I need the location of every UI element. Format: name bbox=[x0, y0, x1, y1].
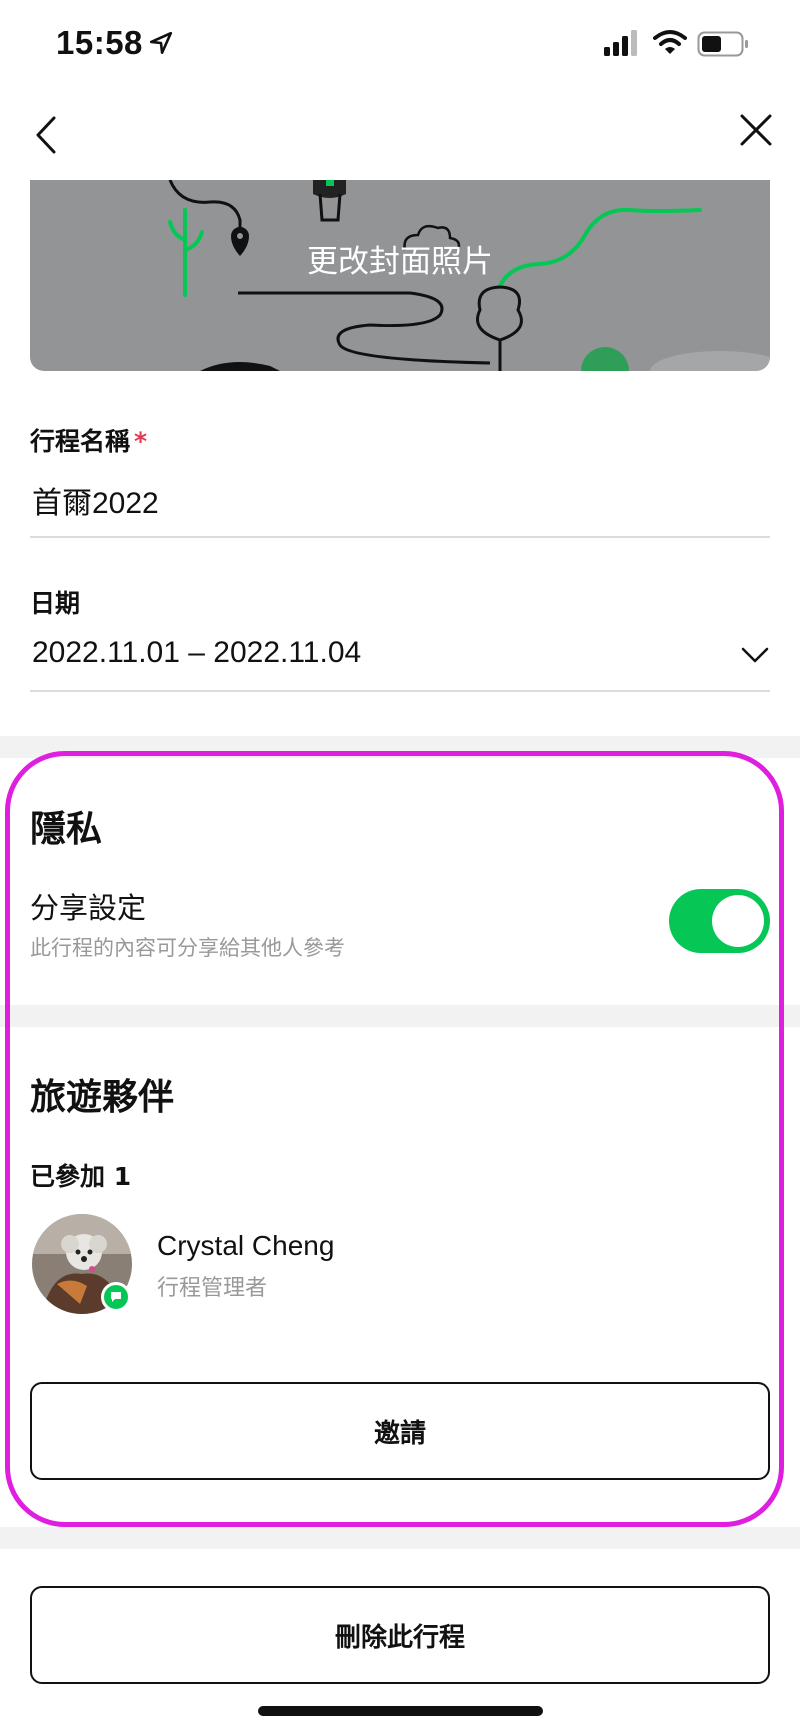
invite-button[interactable]: 邀請 bbox=[30, 1382, 770, 1480]
joined-count: 已參加 1 bbox=[30, 1162, 132, 1191]
toggle-knob bbox=[712, 895, 764, 947]
section-separator bbox=[0, 1527, 800, 1549]
privacy-title: 隱私 bbox=[30, 809, 103, 850]
battery-icon bbox=[697, 31, 748, 57]
companions-title: 旅遊夥伴 bbox=[30, 1077, 175, 1118]
trip-name-divider bbox=[30, 536, 770, 538]
trip-name-input[interactable]: 首爾2022 bbox=[32, 478, 159, 522]
member-name: Crystal Cheng bbox=[157, 1230, 335, 1261]
share-setting-label: 分享設定 bbox=[30, 891, 147, 925]
cellular-signal-icon bbox=[604, 30, 637, 56]
date-divider bbox=[30, 690, 770, 692]
required-mark: * bbox=[134, 427, 148, 456]
section-separator bbox=[0, 736, 800, 758]
status-bar: 15:58 bbox=[0, 0, 800, 92]
line-chat-badge-icon bbox=[101, 1282, 131, 1312]
location-arrow-icon bbox=[149, 31, 173, 55]
status-time: 15:58 bbox=[56, 24, 143, 61]
back-button[interactable] bbox=[28, 110, 64, 160]
close-icon[interactable] bbox=[736, 110, 776, 150]
chevron-left-icon bbox=[36, 116, 56, 154]
date-select[interactable]: 2022.11.01 – 2022.11.04 bbox=[32, 636, 361, 670]
delete-trip-button[interactable]: 刪除此行程 bbox=[30, 1586, 770, 1684]
chevron-down-icon[interactable] bbox=[740, 645, 770, 665]
change-cover-label: 更改封面照片 bbox=[307, 244, 493, 280]
home-indicator bbox=[258, 1706, 543, 1716]
date-label: 日期 bbox=[30, 589, 81, 618]
share-toggle[interactable] bbox=[669, 889, 770, 953]
chat-icon bbox=[111, 1292, 121, 1302]
share-setting-description: 此行程的內容可分享給其他人參考 bbox=[30, 936, 345, 960]
cover-photo[interactable]: 更改封面照片 bbox=[30, 180, 770, 371]
section-separator bbox=[0, 1005, 800, 1027]
member-role: 行程管理者 bbox=[157, 1276, 268, 1301]
trip-name-label: 行程名稱 * bbox=[30, 427, 148, 456]
wifi-icon bbox=[653, 30, 687, 54]
